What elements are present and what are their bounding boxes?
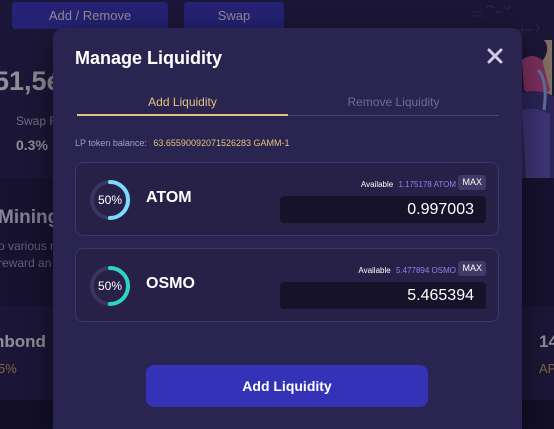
add-liquidity-submit-button[interactable]: Add Liquidity: [146, 365, 428, 407]
atom-available-amount: 1.175178 ATOM: [398, 180, 456, 189]
lp-balance-label: LP token balance:: [75, 138, 147, 148]
osmo-ratio-percent: 50%: [97, 279, 123, 293]
close-icon[interactable]: [485, 46, 505, 66]
modal-title: Manage Liquidity: [75, 48, 223, 68]
atom-available: Available 1.175178 ATOM: [361, 180, 456, 189]
liquidity-tabs: Add Liquidity Remove Liquidity: [77, 90, 499, 116]
token-card-atom: 50% ATOM Available 1.175178 ATOM MAX: [75, 162, 499, 236]
osmo-amount-input[interactable]: [280, 282, 486, 309]
osmo-available-label: Available: [358, 266, 391, 275]
atom-amount-input[interactable]: [280, 196, 486, 223]
lp-balance-value: 63.65590092071526283 GAMM-1: [153, 138, 290, 148]
lp-token-balance: LP token balance: 63.65590092071526283 G…: [75, 138, 290, 148]
atom-token-name: ATOM: [146, 189, 192, 206]
manage-liquidity-modal: Manage Liquidity Add Liquidity Remove Li…: [53, 28, 522, 429]
token-card-osmo: 50% OSMO Available 5.477894 OSMO MAX: [75, 248, 499, 322]
atom-max-button[interactable]: MAX: [458, 175, 486, 190]
osmo-available: Available 5.477894 OSMO: [358, 266, 456, 275]
osmo-max-button[interactable]: MAX: [458, 261, 486, 276]
osmo-token-name: OSMO: [146, 275, 195, 292]
osmo-available-amount: 5.477894 OSMO: [395, 266, 456, 275]
atom-ratio-percent: 50%: [97, 193, 123, 207]
atom-available-label: Available: [360, 180, 394, 189]
tab-add-liquidity[interactable]: Add Liquidity: [77, 90, 288, 116]
tab-remove-liquidity[interactable]: Remove Liquidity: [288, 90, 499, 116]
